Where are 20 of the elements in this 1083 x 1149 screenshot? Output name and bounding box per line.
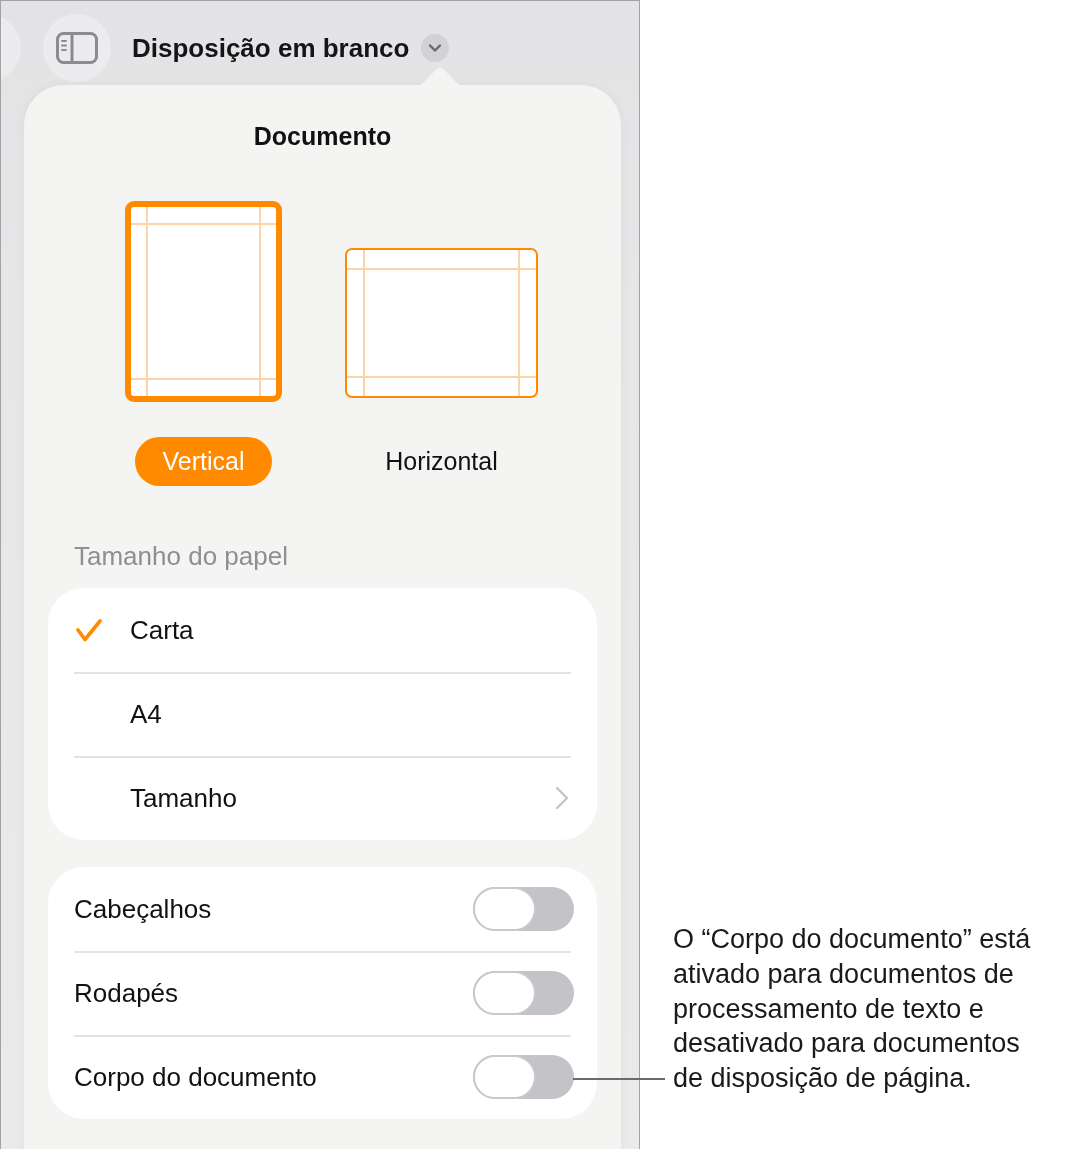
paper-size-option[interactable]: Tamanho: [48, 756, 597, 840]
toggle-switch[interactable]: [473, 1055, 574, 1099]
landscape-page-thumbnail[interactable]: [345, 248, 538, 398]
paper-size-option[interactable]: Carta: [48, 588, 597, 672]
sidebar-icon: [56, 32, 98, 64]
toggle-switch[interactable]: [473, 971, 574, 1015]
callout-text: O “Corpo do documento” está ativado para documentos de processamento de texto e desativado para documentos de disposição de página.: [673, 923, 1032, 1095]
document-title[interactable]: Disposição em branco: [132, 14, 410, 82]
orientation-option[interactable]: Horizontal: [357, 437, 526, 486]
toggle-label: Rodapés: [74, 977, 179, 1009]
section-heading: Tamanho do papel: [74, 541, 288, 571]
checkmark-icon: [76, 618, 102, 642]
toggle-switch[interactable]: [473, 887, 574, 931]
toggle-label: Corpo do documento: [74, 1061, 317, 1093]
paper-size-option[interactable]: A4: [48, 672, 597, 756]
chevron-right-icon: [555, 786, 569, 810]
toggle-label: Cabeçalhos: [74, 893, 212, 925]
popover-title: Documento: [253, 121, 392, 151]
portrait-page-thumbnail[interactable]: [125, 201, 282, 402]
chevron-down-icon[interactable]: [421, 34, 450, 62]
